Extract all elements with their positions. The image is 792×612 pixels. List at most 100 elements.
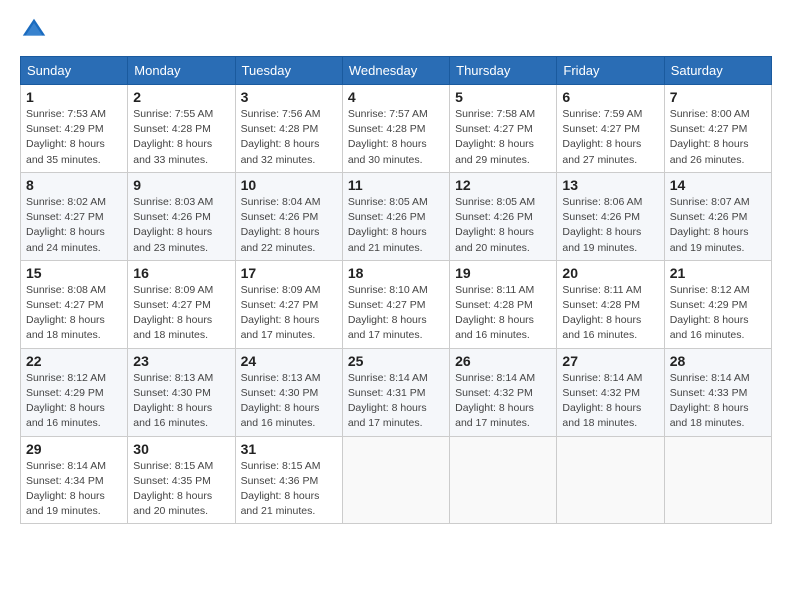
day-info: Sunrise: 8:14 AMSunset: 4:34 PMDaylight:… <box>26 459 122 520</box>
calendar-cell: 2 Sunrise: 7:55 AMSunset: 4:28 PMDaylight… <box>128 85 235 173</box>
calendar-cell: 24 Sunrise: 8:13 AMSunset: 4:30 PMDayligh… <box>235 348 342 436</box>
day-info: Sunrise: 8:11 AMSunset: 4:28 PMDaylight:… <box>455 283 551 344</box>
calendar-cell <box>664 436 771 524</box>
day-info: Sunrise: 8:15 AMSunset: 4:35 PMDaylight:… <box>133 459 229 520</box>
calendar-cell: 18Sunrise: 8:10 AMSunset: 4:27 PMDayligh… <box>342 260 449 348</box>
day-number: 3 <box>241 89 337 105</box>
day-info: Sunrise: 8:00 AMSunset: 4:27 PMDaylight:… <box>670 107 766 168</box>
calendar-table: SundayMondayTuesdayWednesdayThursdayFrid… <box>20 56 772 524</box>
calendar-cell: 27Sunrise: 8:14 AMSunset: 4:32 PMDayligh… <box>557 348 664 436</box>
calendar-cell <box>342 436 449 524</box>
calendar-cell: 23Sunrise: 8:13 AMSunset: 4:30 PMDayligh… <box>128 348 235 436</box>
day-number: 26 <box>455 353 551 369</box>
day-info: Sunrise: 8:07 AMSunset: 4:26 PMDaylight:… <box>670 195 766 256</box>
day-info: Sunrise: 8:12 AMSunset: 4:29 PMDaylight:… <box>26 371 122 432</box>
day-info: Sunrise: 8:14 AMSunset: 4:32 PMDaylight:… <box>562 371 658 432</box>
day-number: 20 <box>562 265 658 281</box>
logo-icon <box>20 16 48 44</box>
day-info: Sunrise: 8:14 AMSunset: 4:32 PMDaylight:… <box>455 371 551 432</box>
day-info: Sunrise: 8:09 AMSunset: 4:27 PMDaylight:… <box>133 283 229 344</box>
day-number: 16 <box>133 265 229 281</box>
day-number: 22 <box>26 353 122 369</box>
calendar-cell: 4 Sunrise: 7:57 AMSunset: 4:28 PMDaylight… <box>342 85 449 173</box>
calendar-cell: 28 Sunrise: 8:14 AMSunset: 4:33 PMDayligh… <box>664 348 771 436</box>
day-number: 21 <box>670 265 766 281</box>
calendar-cell: 3Sunrise: 7:56 AMSunset: 4:28 PMDaylight… <box>235 85 342 173</box>
day-number: 2 <box>133 89 229 105</box>
weekday-header-monday: Monday <box>128 57 235 85</box>
day-number: 13 <box>562 177 658 193</box>
calendar-cell: 26 Sunrise: 8:14 AMSunset: 4:32 PMDayligh… <box>450 348 557 436</box>
calendar-cell: 22 Sunrise: 8:12 AMSunset: 4:29 PMDayligh… <box>21 348 128 436</box>
calendar-cell <box>557 436 664 524</box>
calendar-cell: 8Sunrise: 8:02 AMSunset: 4:27 PMDaylight… <box>21 172 128 260</box>
calendar-cell: 6Sunrise: 7:59 AMSunset: 4:27 PMDaylight… <box>557 85 664 173</box>
weekday-header-thursday: Thursday <box>450 57 557 85</box>
calendar-cell: 13 Sunrise: 8:06 AMSunset: 4:26 PMDayligh… <box>557 172 664 260</box>
day-number: 24 <box>241 353 337 369</box>
calendar-week-row: 15 Sunrise: 8:08 AMSunset: 4:27 PMDayligh… <box>21 260 772 348</box>
calendar-cell: 19 Sunrise: 8:11 AMSunset: 4:28 PMDayligh… <box>450 260 557 348</box>
day-number: 12 <box>455 177 551 193</box>
day-info: Sunrise: 8:11 AMSunset: 4:28 PMDaylight:… <box>562 283 658 344</box>
day-info: Sunrise: 8:02 AMSunset: 4:27 PMDaylight:… <box>26 195 122 256</box>
logo <box>20 16 52 44</box>
calendar-cell: 20 Sunrise: 8:11 AMSunset: 4:28 PMDayligh… <box>557 260 664 348</box>
day-number: 9 <box>133 177 229 193</box>
day-info: Sunrise: 7:59 AMSunset: 4:27 PMDaylight:… <box>562 107 658 168</box>
day-number: 28 <box>670 353 766 369</box>
day-number: 25 <box>348 353 444 369</box>
day-number: 14 <box>670 177 766 193</box>
calendar-cell: 30 Sunrise: 8:15 AMSunset: 4:35 PMDayligh… <box>128 436 235 524</box>
day-info: Sunrise: 8:13 AMSunset: 4:30 PMDaylight:… <box>241 371 337 432</box>
day-info: Sunrise: 8:14 AMSunset: 4:31 PMDaylight:… <box>348 371 444 432</box>
calendar-cell: 10 Sunrise: 8:04 AMSunset: 4:26 PMDayligh… <box>235 172 342 260</box>
calendar-cell <box>450 436 557 524</box>
calendar-cell: 31Sunrise: 8:15 AMSunset: 4:36 PMDayligh… <box>235 436 342 524</box>
calendar-week-row: 22 Sunrise: 8:12 AMSunset: 4:29 PMDayligh… <box>21 348 772 436</box>
day-number: 1 <box>26 89 122 105</box>
day-info: Sunrise: 8:05 AMSunset: 4:26 PMDaylight:… <box>455 195 551 256</box>
calendar-cell: 11Sunrise: 8:05 AMSunset: 4:26 PMDayligh… <box>342 172 449 260</box>
weekday-header-wednesday: Wednesday <box>342 57 449 85</box>
day-info: Sunrise: 8:04 AMSunset: 4:26 PMDaylight:… <box>241 195 337 256</box>
day-info: Sunrise: 7:53 AMSunset: 4:29 PMDaylight:… <box>26 107 122 168</box>
day-info: Sunrise: 8:09 AMSunset: 4:27 PMDaylight:… <box>241 283 337 344</box>
day-number: 11 <box>348 177 444 193</box>
calendar-cell: 9 Sunrise: 8:03 AMSunset: 4:26 PMDaylight… <box>128 172 235 260</box>
day-info: Sunrise: 8:06 AMSunset: 4:26 PMDaylight:… <box>562 195 658 256</box>
weekday-header-saturday: Saturday <box>664 57 771 85</box>
calendar-cell: 15 Sunrise: 8:08 AMSunset: 4:27 PMDayligh… <box>21 260 128 348</box>
day-info: Sunrise: 8:13 AMSunset: 4:30 PMDaylight:… <box>133 371 229 432</box>
day-number: 10 <box>241 177 337 193</box>
day-info: Sunrise: 8:12 AMSunset: 4:29 PMDaylight:… <box>670 283 766 344</box>
day-info: Sunrise: 8:08 AMSunset: 4:27 PMDaylight:… <box>26 283 122 344</box>
day-number: 31 <box>241 441 337 457</box>
calendar-week-row: 8Sunrise: 8:02 AMSunset: 4:27 PMDaylight… <box>21 172 772 260</box>
calendar-week-row: 1 Sunrise: 7:53 AMSunset: 4:29 PMDaylight… <box>21 85 772 173</box>
day-info: Sunrise: 7:55 AMSunset: 4:28 PMDaylight:… <box>133 107 229 168</box>
weekday-header-friday: Friday <box>557 57 664 85</box>
day-number: 19 <box>455 265 551 281</box>
day-number: 29 <box>26 441 122 457</box>
day-number: 7 <box>670 89 766 105</box>
day-number: 15 <box>26 265 122 281</box>
calendar-cell: 29 Sunrise: 8:14 AMSunset: 4:34 PMDayligh… <box>21 436 128 524</box>
day-number: 30 <box>133 441 229 457</box>
day-number: 5 <box>455 89 551 105</box>
day-info: Sunrise: 7:57 AMSunset: 4:28 PMDaylight:… <box>348 107 444 168</box>
day-info: Sunrise: 8:03 AMSunset: 4:26 PMDaylight:… <box>133 195 229 256</box>
calendar-cell: 21 Sunrise: 8:12 AMSunset: 4:29 PMDayligh… <box>664 260 771 348</box>
day-info: Sunrise: 7:58 AMSunset: 4:27 PMDaylight:… <box>455 107 551 168</box>
calendar-cell: 12 Sunrise: 8:05 AMSunset: 4:26 PMDayligh… <box>450 172 557 260</box>
calendar-cell: 17 Sunrise: 8:09 AMSunset: 4:27 PMDayligh… <box>235 260 342 348</box>
calendar-header-row: SundayMondayTuesdayWednesdayThursdayFrid… <box>21 57 772 85</box>
day-number: 17 <box>241 265 337 281</box>
calendar-cell: 1 Sunrise: 7:53 AMSunset: 4:29 PMDaylight… <box>21 85 128 173</box>
calendar-cell: 5 Sunrise: 7:58 AMSunset: 4:27 PMDaylight… <box>450 85 557 173</box>
day-info: Sunrise: 8:14 AMSunset: 4:33 PMDaylight:… <box>670 371 766 432</box>
day-info: Sunrise: 8:10 AMSunset: 4:27 PMDaylight:… <box>348 283 444 344</box>
calendar-cell: 25 Sunrise: 8:14 AMSunset: 4:31 PMDayligh… <box>342 348 449 436</box>
day-number: 4 <box>348 89 444 105</box>
calendar-cell: 16 Sunrise: 8:09 AMSunset: 4:27 PMDayligh… <box>128 260 235 348</box>
